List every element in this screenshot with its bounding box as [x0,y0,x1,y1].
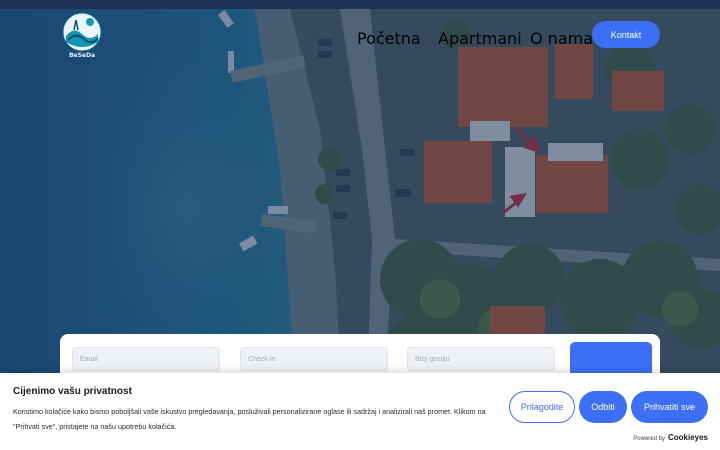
nav-item-apartmani[interactable]: Apartmani [438,29,522,48]
guests-input[interactable]: Broj gostiju [407,347,555,371]
cookie-accept-button[interactable]: Prihvatiti sve [631,391,708,423]
cookie-banner: Cijenimo vašu privatnost Koristimo kolač… [0,373,720,450]
checkin-input[interactable]: Check-in [240,347,388,371]
top-strip [0,0,720,9]
email-input[interactable]: Email [72,347,220,371]
powered-by: Powered by Cookieyes [633,433,708,442]
cookie-customize-button[interactable]: Prilagodite [509,391,575,423]
powered-by-label: Powered by [633,436,665,442]
cookie-title: Cijenimo vašu privatnost [13,386,132,397]
nav-item-pocetna[interactable]: Početna [357,29,421,48]
cookieyes-logo[interactable]: Cookieyes [668,433,708,442]
logo-icon[interactable] [62,12,102,52]
cookie-text: Koristimo kolačiće kako bismo poboljšali… [13,407,486,431]
contact-button[interactable]: Kontakt [592,21,660,48]
cookie-reject-button[interactable]: Odbiti [579,391,627,423]
logo-text: BeSeDa [68,52,96,59]
nav-item-o-nama[interactable]: O nama [530,29,593,48]
